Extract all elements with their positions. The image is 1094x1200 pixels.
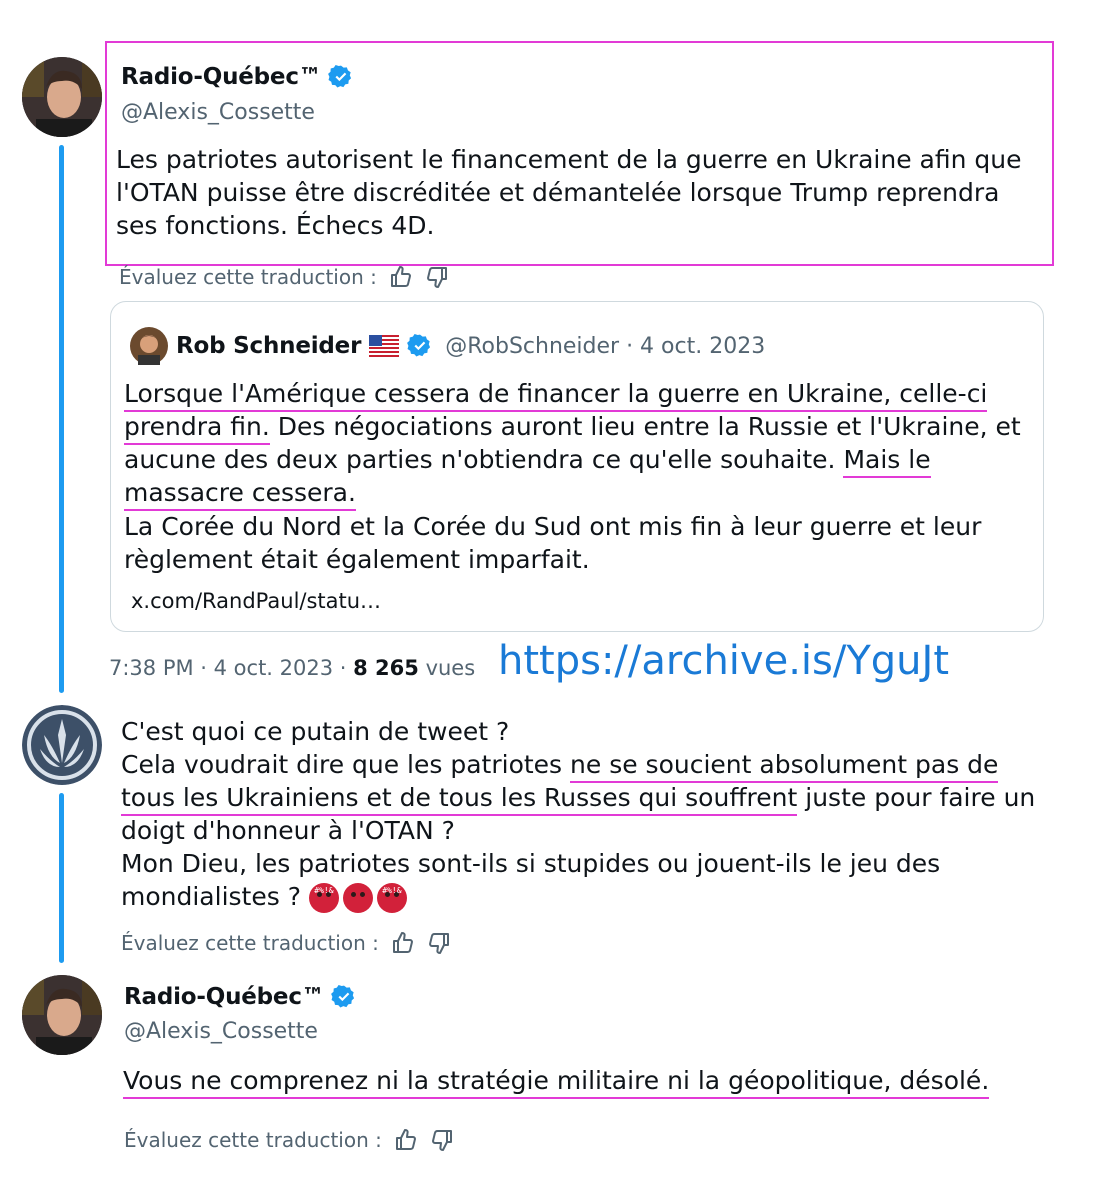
- reply1-line2-a: Cela voudrait dire que les patriotes: [121, 750, 571, 779]
- reply2-text: Vous ne comprenez ni la stratégie milita…: [123, 1064, 1053, 1099]
- reply1-line3: Mon Dieu, les patriotes sont-ils si stup…: [121, 847, 981, 913]
- reply1-line3-text: Mon Dieu, les patriotes sont-ils si stup…: [121, 849, 941, 911]
- quote-handle-date[interactable]: @RobSchneider · 4 oct. 2023: [445, 334, 765, 359]
- rate-label: Évaluez cette traduction :: [121, 931, 379, 955]
- quote-author-row: Rob Schneider @RobSchneider · 4 oct. 202…: [130, 327, 765, 365]
- avatar-reply-user[interactable]: [22, 705, 102, 785]
- rate-label: Évaluez cette traduction :: [124, 1128, 382, 1152]
- verified-badge-icon: [327, 64, 351, 88]
- rate-translation-3: Évaluez cette traduction :: [124, 1128, 454, 1152]
- quote-avatar-icon[interactable]: [130, 327, 168, 365]
- avatar-photo-icon: [22, 975, 102, 1055]
- thumbs-down-icon[interactable]: [427, 931, 451, 955]
- thumbs-up-icon[interactable]: [391, 931, 415, 955]
- avatar-photo-icon: [22, 57, 102, 137]
- quote-author-name[interactable]: Rob Schneider: [176, 333, 361, 359]
- tweet-author-row: Radio-Québec™: [121, 64, 354, 90]
- quote-link[interactable]: x.com/RandPaul/statu…: [131, 589, 381, 613]
- reply2-author-handle[interactable]: @Alexis_Cossette: [124, 1019, 318, 1044]
- reply2-author-name[interactable]: Radio-Québec™: [124, 984, 325, 1010]
- tweet-text: Les patriotes autorisent le financement …: [116, 145, 1022, 240]
- author-name[interactable]: Radio-Québec™: [121, 64, 322, 90]
- quote-verified-badge-icon: [407, 333, 431, 357]
- author-handle[interactable]: @Alexis_Cossette: [121, 100, 315, 125]
- reply2-author-row: Radio-Québec™: [124, 984, 357, 1010]
- reply2-highlight: Vous ne comprenez ni la stratégie milita…: [123, 1066, 990, 1099]
- archive-link[interactable]: https://archive.is/YguJt: [498, 638, 949, 684]
- verified-badge-icon: [330, 984, 354, 1008]
- rate-label: Évaluez cette traduction :: [119, 265, 377, 289]
- reply1-line2: Cela voudrait dire que les patriotes ne …: [121, 748, 1051, 847]
- avatar-radio-quebec[interactable]: [22, 57, 102, 137]
- quote-text: Lorsque l'Amérique cessera de financer l…: [124, 377, 1036, 511]
- thread-line-2: [59, 793, 64, 963]
- avatar-radio-quebec-2[interactable]: [22, 975, 102, 1055]
- views-count: 8 265: [353, 656, 419, 680]
- thumbs-up-icon[interactable]: [394, 1128, 418, 1152]
- thumbs-up-icon[interactable]: [389, 265, 413, 289]
- tweet-time-date[interactable]: 7:38 PM · 4 oct. 2023 ·: [109, 656, 353, 680]
- cursing-face-emoji-icon: #%!&: [308, 883, 339, 913]
- cursing-face-emoji-icon: #%!&: [376, 883, 407, 913]
- thumbs-down-icon[interactable]: [430, 1128, 454, 1152]
- views-label: vues: [418, 656, 476, 680]
- angry-face-emoji-icon: [342, 883, 373, 913]
- reply1-line1: C'est quoi ce putain de tweet ?: [121, 717, 510, 746]
- quote-text-line2: La Corée du Nord et la Corée du Sud ont …: [124, 512, 982, 574]
- us-flag-icon: [369, 335, 400, 357]
- tweet-meta: 7:38 PM · 4 oct. 2023 · 8 265 vues: [109, 656, 475, 680]
- rate-translation-1: Évaluez cette traduction :: [119, 265, 449, 289]
- republic-emblem-icon: [22, 705, 102, 785]
- rate-translation-2: Évaluez cette traduction :: [121, 931, 451, 955]
- thread-line: [59, 145, 64, 693]
- thumbs-down-icon[interactable]: [425, 265, 449, 289]
